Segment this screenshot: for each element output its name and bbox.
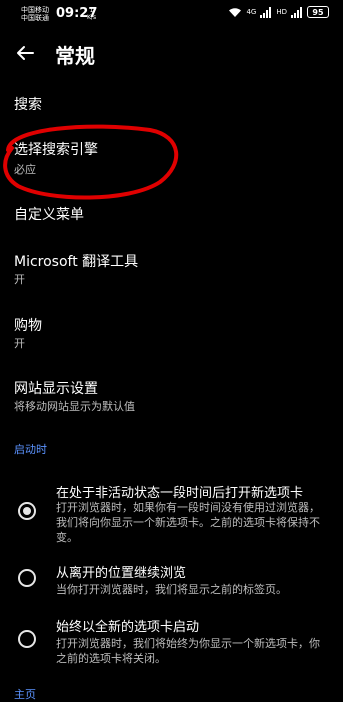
search-engine-title: 选择搜索引擎 xyxy=(14,142,98,158)
option-1-title: 在处于非活动状态一段时间后打开新选项卡 xyxy=(56,486,304,501)
option-2-description: 当你打开浏览器时，我们将显示之前的标签页。 xyxy=(56,583,287,596)
translator-title: Microsoft 翻译工具 xyxy=(14,254,139,270)
radio-button[interactable] xyxy=(18,630,36,648)
wifi-icon xyxy=(229,7,242,17)
translator-row[interactable]: Microsoft 翻译工具 开 xyxy=(0,243,343,293)
back-arrow-icon xyxy=(17,46,34,60)
carrier-1: 中国移动 xyxy=(21,6,49,14)
translator-value: 开 xyxy=(14,273,25,286)
site-display-title: 网站显示设置 xyxy=(14,381,98,397)
battery-level: 95 xyxy=(312,7,324,17)
search-setting-title: 搜索 xyxy=(14,97,42,113)
signal-bars-icon xyxy=(260,6,272,18)
battery-icon: 95 xyxy=(307,6,329,18)
search-engine-row[interactable]: 选择搜索引擎 必应 xyxy=(0,130,343,180)
speed-value: 1 xyxy=(89,7,94,14)
radio-button-selected[interactable] xyxy=(18,502,36,520)
startup-option-2[interactable]: 从离开的位置继续浏览 当你打开浏览器时，我们将显示之前的标签页。 xyxy=(0,556,343,604)
custom-menu-row[interactable]: 自定义菜单 xyxy=(0,196,343,230)
shopping-value: 开 xyxy=(14,337,25,350)
startup-option-1[interactable]: 在处于非活动状态一段时间后打开新选项卡 打开浏览器时，如果你有一段时间没有使用过… xyxy=(0,474,343,554)
signal-hd-label: HD xyxy=(276,8,287,16)
search-setting-row[interactable]: 搜索 xyxy=(0,86,343,120)
shopping-row[interactable]: 购物 开 xyxy=(0,307,343,357)
back-button[interactable] xyxy=(10,38,40,68)
startup-section-header: 启动时 xyxy=(14,443,47,456)
status-icons: 4G HD 95 xyxy=(228,6,329,18)
speed-unit: K/s xyxy=(87,14,97,21)
option-2-title: 从离开的位置继续浏览 xyxy=(56,566,187,581)
site-display-row[interactable]: 网站显示设置 将移动网站显示为默认值 xyxy=(0,370,343,420)
site-display-value: 将移动网站显示为默认值 xyxy=(14,400,135,413)
carrier-labels: 中国移动 中国联通 xyxy=(21,6,49,22)
app-bar: 常规 xyxy=(0,34,343,74)
option-3-description: 打开浏览器时，我们将始终为你显示一个新选项卡，你之前的选项卡将关闭。 xyxy=(56,637,320,665)
radio-button[interactable] xyxy=(18,569,36,587)
carrier-2: 中国联通 xyxy=(21,14,49,22)
startup-option-3[interactable]: 始终以全新的选项卡启动 打开浏览器时，我们将始终为你显示一个新选项卡，你之前的选… xyxy=(0,612,343,676)
signal-4g-label: 4G xyxy=(246,8,257,16)
signal-bars-2-icon xyxy=(291,6,302,18)
network-speed: 1 K/s xyxy=(87,7,96,21)
option-3-title: 始终以全新的选项卡启动 xyxy=(56,620,200,635)
custom-menu-title: 自定义菜单 xyxy=(14,207,84,223)
shopping-title: 购物 xyxy=(14,318,42,334)
search-engine-value: 必应 xyxy=(14,163,36,176)
option-1-description: 打开浏览器时，如果你有一段时间没有使用过浏览器，我们将向你显示一个新选项卡。之前… xyxy=(56,501,320,544)
status-bar: 中国移动 中国联通 09:27 1 K/s 4G HD 95 xyxy=(0,0,343,28)
page-title: 常规 xyxy=(55,44,95,68)
